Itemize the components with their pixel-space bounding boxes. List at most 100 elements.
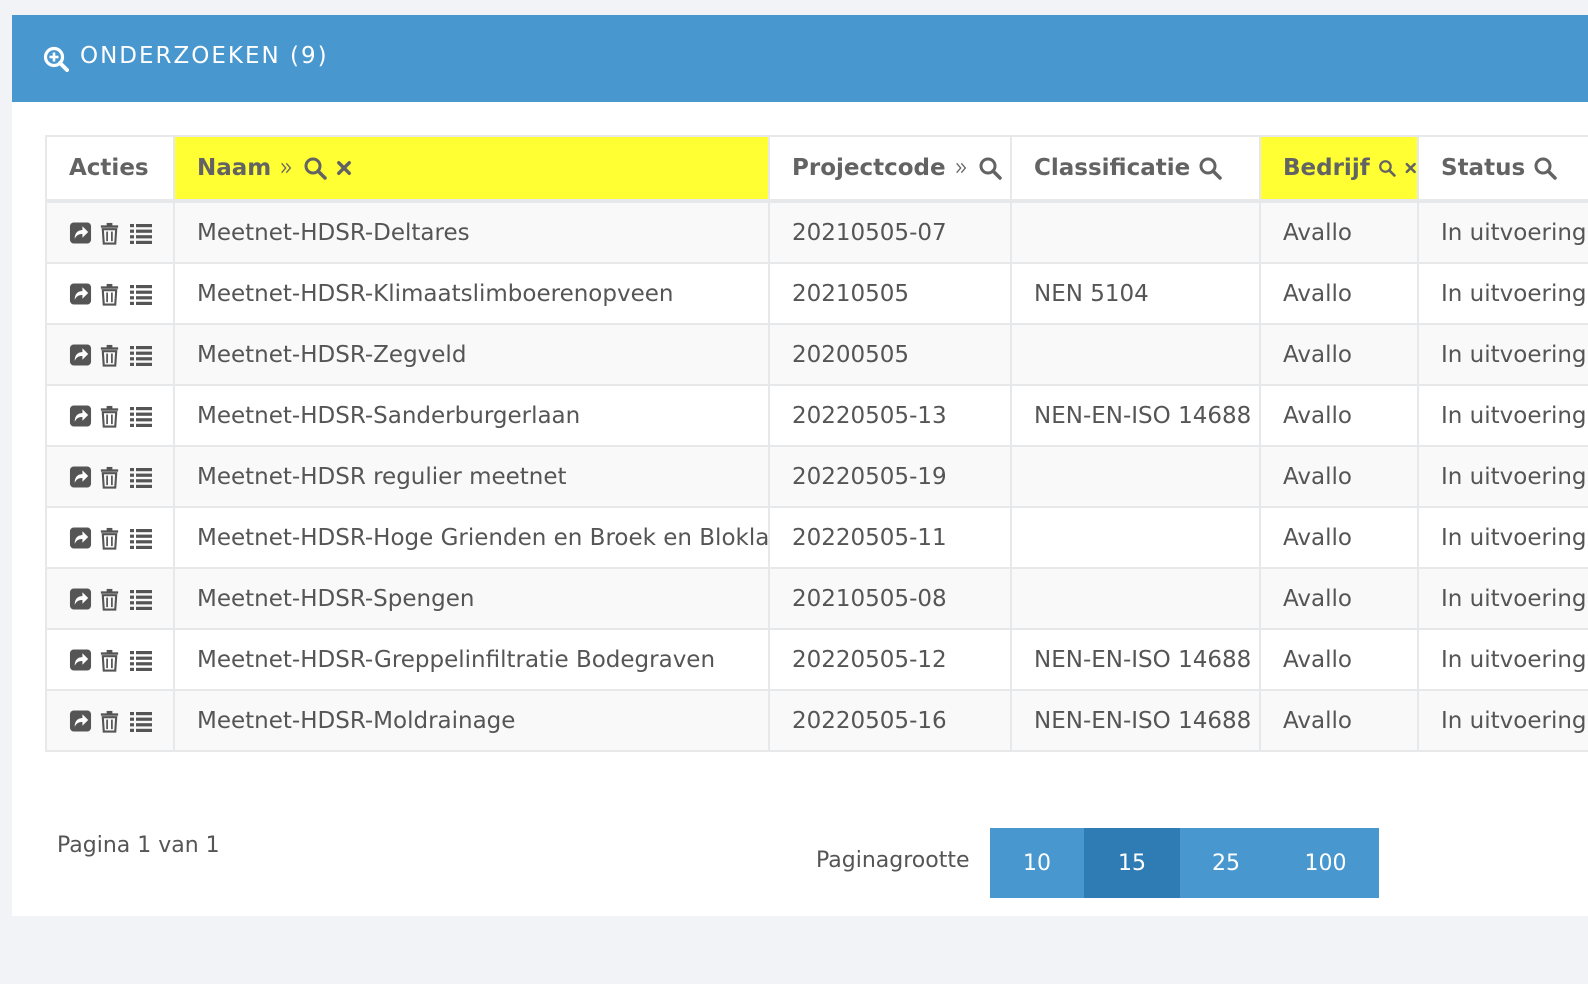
cell-bedrijf: Avallo xyxy=(1259,628,1419,691)
trash-icon[interactable] xyxy=(98,343,121,367)
search-icon[interactable] xyxy=(1533,156,1557,180)
list-icon[interactable] xyxy=(127,404,155,428)
trash-icon[interactable] xyxy=(98,221,121,245)
cell-status: In uitvoering xyxy=(1417,567,1588,630)
share-icon[interactable] xyxy=(69,221,92,245)
share-icon[interactable] xyxy=(69,343,92,367)
cell-naam: Meetnet-HDSR-Deltares xyxy=(173,200,770,264)
cell-projectcode: 20210505-07 xyxy=(768,200,1012,264)
cell-classificatie xyxy=(1010,445,1261,508)
row-actions-group xyxy=(69,282,172,306)
column-header-content: Acties xyxy=(69,155,172,181)
column-header-content: Classificatie xyxy=(1034,155,1258,181)
column-header-bedrijf: Bedrijf xyxy=(1259,135,1419,203)
row-actions xyxy=(45,628,175,691)
row-actions xyxy=(45,689,175,752)
column-header-label[interactable]: Projectcode xyxy=(792,155,946,181)
row-actions-group xyxy=(69,343,172,367)
list-icon[interactable] xyxy=(127,221,155,245)
share-icon[interactable] xyxy=(69,526,92,550)
cell-bedrijf: Avallo xyxy=(1259,567,1419,630)
column-header-status: Status xyxy=(1417,135,1588,203)
close-icon[interactable] xyxy=(335,159,353,177)
share-icon[interactable] xyxy=(69,282,92,306)
page-size-option-15[interactable]: 15 xyxy=(1084,828,1180,898)
page-size-option-10[interactable]: 10 xyxy=(990,828,1084,898)
column-header-label: Classificatie xyxy=(1034,155,1191,181)
search-plus-icon xyxy=(43,46,69,72)
trash-icon[interactable] xyxy=(98,282,121,306)
table-row: Meetnet-HDSR-Spengen 20210505-08 Avallo In … xyxy=(45,567,1588,630)
trash-icon[interactable] xyxy=(98,526,121,550)
row-actions xyxy=(45,323,175,386)
column-header-content: Projectcode xyxy=(792,155,1009,181)
row-actions xyxy=(45,445,175,508)
panel-header: ONDERZOEKEN (9) xyxy=(12,15,1588,102)
cell-status: In uitvoering xyxy=(1417,200,1588,264)
share-icon[interactable] xyxy=(69,587,92,611)
table-row: Meetnet-HDSR-Sanderburgerlaan 20220505-13… xyxy=(45,384,1588,447)
column-header-label: Status xyxy=(1441,155,1526,181)
page-size-option-100[interactable]: 100 xyxy=(1272,828,1379,898)
trash-icon[interactable] xyxy=(98,465,121,489)
cell-naam: Meetnet-HDSR regulier meetnet xyxy=(173,445,770,508)
cell-bedrijf: Avallo xyxy=(1259,262,1419,325)
column-header-projectcode[interactable]: Projectcode xyxy=(768,135,1012,203)
search-icon[interactable] xyxy=(303,156,328,180)
list-icon[interactable] xyxy=(127,465,155,489)
cell-status: In uitvoering xyxy=(1417,262,1588,325)
column-header-label: Acties xyxy=(69,155,149,181)
list-icon[interactable] xyxy=(127,526,155,550)
sort-icon[interactable] xyxy=(279,158,295,178)
cell-classificatie xyxy=(1010,506,1261,569)
search-icon[interactable] xyxy=(978,156,1002,180)
list-icon[interactable] xyxy=(127,709,155,733)
cell-naam: Meetnet-HDSR-Moldrainage xyxy=(173,689,770,752)
sort-icon[interactable] xyxy=(954,158,970,178)
list-icon[interactable] xyxy=(127,343,155,367)
cell-classificatie: NEN-EN-ISO 14688 xyxy=(1010,384,1261,447)
cell-classificatie: NEN 5104 xyxy=(1010,262,1261,325)
list-icon[interactable] xyxy=(127,648,155,672)
trash-icon[interactable] xyxy=(98,709,121,733)
share-icon[interactable] xyxy=(69,648,92,672)
page-size-option-25[interactable]: 25 xyxy=(1180,828,1272,898)
trash-icon[interactable] xyxy=(98,648,121,672)
table-row: Meetnet-HDSR-Zegveld 20200505 Avallo In uit… xyxy=(45,323,1588,386)
onderzoeken-table-wrapper: Acties Naam Projectcode Classificatie Bedrij… xyxy=(45,135,1588,768)
list-icon[interactable] xyxy=(127,282,155,306)
column-header-label[interactable]: Naam xyxy=(197,155,271,181)
share-icon[interactable] xyxy=(69,404,92,428)
table-row: Meetnet-HDSR-Greppelinfiltratie Bodegrav… xyxy=(45,628,1588,691)
column-header-acties: Acties xyxy=(45,135,175,203)
cell-naam: Meetnet-HDSR-Hoge Grienden en Broek en B… xyxy=(173,506,770,569)
table-row: Meetnet-HDSR-Hoge Grienden en Broek en B… xyxy=(45,506,1588,569)
column-header-content: Naam xyxy=(197,155,767,181)
share-icon[interactable] xyxy=(69,709,92,733)
list-icon[interactable] xyxy=(127,587,155,611)
column-header-content: Status xyxy=(1441,155,1588,181)
row-actions-group xyxy=(69,221,172,245)
share-icon[interactable] xyxy=(69,465,92,489)
cell-projectcode: 20220505-11 xyxy=(768,506,1012,569)
cell-naam: Meetnet-HDSR-Zegveld xyxy=(173,323,770,386)
search-icon[interactable] xyxy=(1198,156,1222,180)
trash-icon[interactable] xyxy=(98,587,121,611)
cell-status: In uitvoering xyxy=(1417,445,1588,508)
cell-bedrijf: Avallo xyxy=(1259,506,1419,569)
table-row: Meetnet-HDSR-Deltares 20210505-07 Avallo In… xyxy=(45,200,1588,264)
row-actions-group xyxy=(69,404,172,428)
cell-projectcode: 20210505-08 xyxy=(768,567,1012,630)
row-actions xyxy=(45,384,175,447)
cell-status: In uitvoering xyxy=(1417,506,1588,569)
row-actions xyxy=(45,200,175,264)
table-header-row: Acties Naam Projectcode Classificatie Bedrij… xyxy=(45,135,1588,203)
trash-icon[interactable] xyxy=(98,404,121,428)
table-body: Meetnet-HDSR-Deltares 20210505-07 Avallo In… xyxy=(45,200,1588,752)
search-icon[interactable] xyxy=(1378,156,1396,180)
cell-status: In uitvoering xyxy=(1417,628,1588,691)
row-actions xyxy=(45,262,175,325)
close-icon[interactable] xyxy=(1404,159,1417,177)
column-header-naam[interactable]: Naam xyxy=(173,135,770,203)
cell-classificatie: NEN-EN-ISO 14688 xyxy=(1010,628,1261,691)
